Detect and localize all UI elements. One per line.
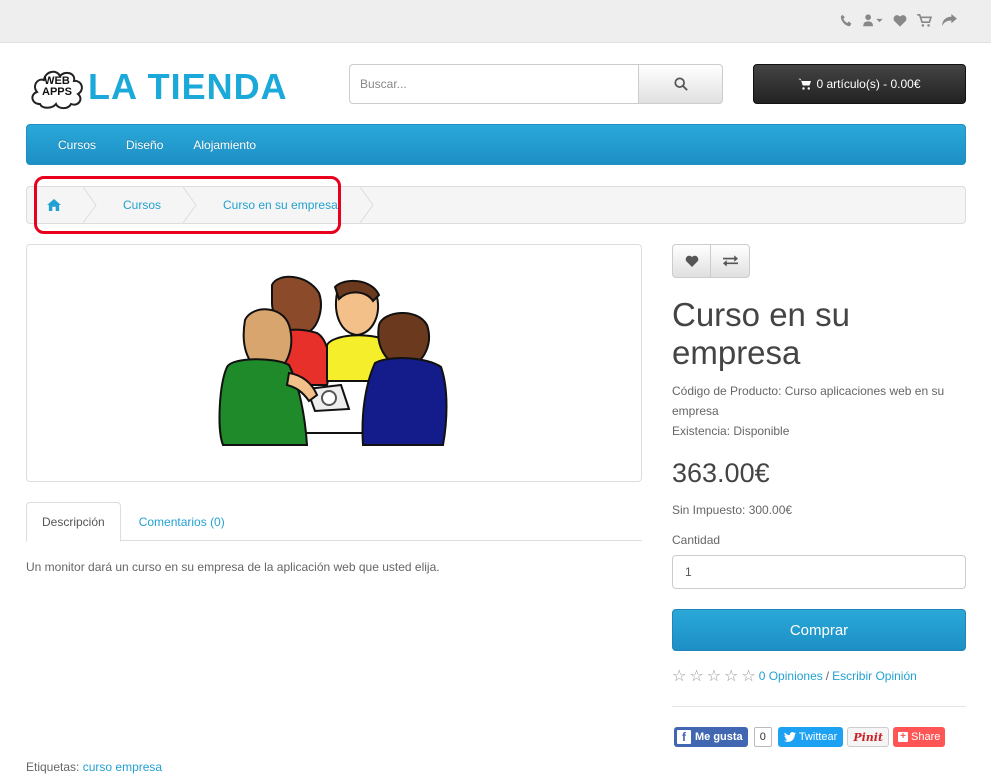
share-icon[interactable] [942,11,957,29]
social-buttons: f Me gusta 0 Twittear Pinit + Share [674,727,946,747]
pinterest-button[interactable]: Pinit [847,727,890,747]
star-icon: ☆ [706,666,722,685]
tag-link[interactable]: curso empresa [83,760,162,774]
menu-item-alojamiento[interactable]: Alojamiento [178,138,271,152]
facebook-like-label: Me gusta [695,731,743,743]
tab-comments[interactable]: Comentarios (0) [121,502,240,541]
store-logo[interactable]: WEB APPS LA TIENDA [28,64,288,110]
star-icon: ☆ [741,666,756,685]
price-without-tax: Sin Impuesto: 300.00€ [672,503,793,517]
cloud-logo-icon: WEB APPS [28,64,86,110]
review-separator: / [825,669,830,683]
cart-button[interactable]: 0 artículo(s) - 0.00€ [753,64,966,104]
product-illustration [218,275,448,446]
product-description: Un monitor dará un curso en su empresa d… [26,560,440,574]
facebook-icon: f [677,730,691,744]
cart-icon[interactable] [917,11,932,29]
quantity-field[interactable] [672,555,966,589]
exchange-icon [722,255,738,267]
search-bar [349,64,723,104]
search-input[interactable] [349,64,638,104]
breadcrumb-separator [359,187,374,223]
buy-button[interactable]: Comprar [672,609,966,651]
cart-icon [798,78,812,90]
product-tabs: Descripción Comentarios (0) [26,502,642,542]
twitter-button[interactable]: Twittear [777,727,844,747]
main-menu: Cursos Diseño Alojamiento [26,124,966,165]
product-image[interactable] [26,244,642,482]
tags-label: Etiquetas: [26,760,80,774]
breadcrumb-highlight-annotation [34,176,341,234]
product-info: Código de Producto: Curso aplicaciones w… [672,381,966,441]
product-stock: Existencia: Disponible [672,424,790,438]
write-review-link[interactable]: Escribir Opinión [832,669,917,683]
wishlist-button[interactable] [672,244,711,278]
twitter-icon [783,732,796,742]
compare-button[interactable] [711,244,750,278]
cart-label: 0 artículo(s) - 0.00€ [816,77,921,91]
search-button[interactable] [638,64,723,104]
heart-icon [685,255,698,267]
star-icon: ☆ [689,666,704,685]
product-title: Curso en su empresa [672,296,850,371]
menu-item-cursos[interactable]: Cursos [43,138,111,152]
product-code: Código de Producto: Curso aplicaciones w… [672,384,945,418]
plus-icon: + [898,732,909,742]
user-icon[interactable] [863,11,883,29]
top-bar [0,0,991,43]
menu-item-diseno[interactable]: Diseño [111,138,178,152]
share-label: Share [911,731,941,743]
heart-icon[interactable] [893,11,907,29]
logo-cloud-text-bottom: APPS [42,86,72,98]
star-icon: ☆ [672,666,687,685]
product-tags: Etiquetas: curso empresa [26,760,162,774]
twitter-label: Twittear [798,731,838,743]
top-icons [840,11,957,29]
phone-icon[interactable] [840,11,853,29]
divider [672,706,966,707]
share-button[interactable]: + Share [893,727,946,747]
brand-name: LA TIENDA [88,66,288,107]
quantity-label: Cantidad [672,533,721,547]
product-price: 363.00€ [672,458,770,488]
facebook-like-count: 0 [753,727,772,747]
star-icon: ☆ [724,666,739,685]
rating-row: ☆ ☆ ☆ ☆ ☆ 0 Opiniones / Escribir Opinión [672,668,917,684]
facebook-like-button[interactable]: f Me gusta [674,727,748,747]
search-icon [673,77,688,91]
reviews-link[interactable]: 0 Opiniones [759,669,823,683]
product-actions [672,244,750,278]
tab-description[interactable]: Descripción [26,502,121,542]
